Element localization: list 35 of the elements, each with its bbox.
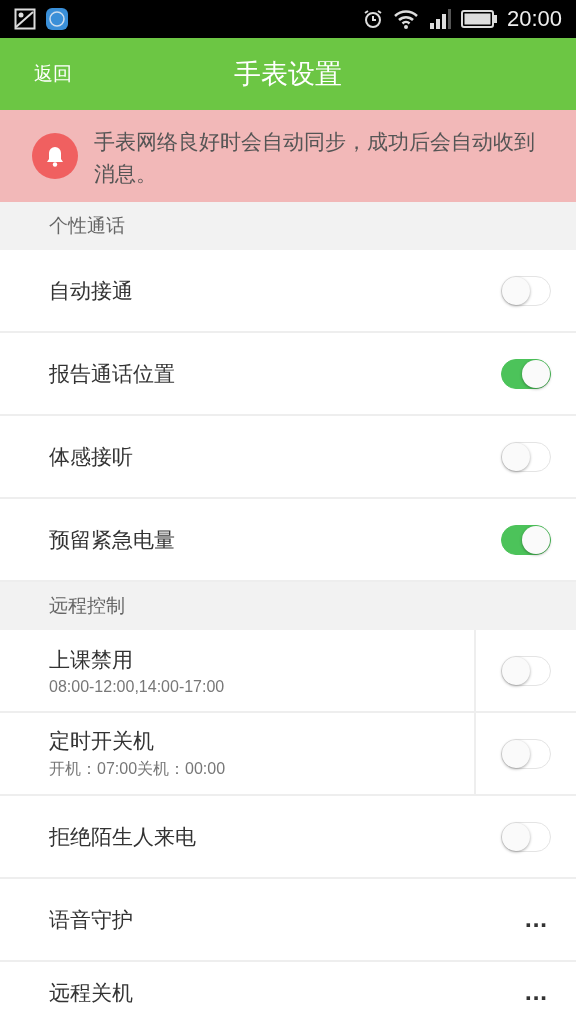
settings-row[interactable]: 体感接听 [0, 416, 576, 499]
row-label: 上课禁用 [49, 646, 134, 674]
alarm-icon [362, 9, 383, 29]
battery-icon [460, 10, 497, 28]
row-label: 定时开关机 [49, 728, 155, 755]
more-dots[interactable]: ... [524, 907, 548, 932]
settings-row[interactable]: 自动接通 [0, 250, 576, 333]
clock-time: 20:00 [506, 6, 562, 32]
row-label: 拒绝陌生人来电 [49, 823, 197, 851]
image-icon [14, 8, 36, 30]
settings-row[interactable]: 拒绝陌生人来电 [0, 796, 576, 879]
row-label: 远程关机 [49, 980, 134, 1007]
section-header: 远程控制 [0, 582, 576, 630]
row-label: 预留紧急电量 [49, 526, 176, 554]
signal-icon [428, 9, 451, 29]
bell-icon [32, 133, 78, 179]
row-subtitle: 开机：07:00关机：00:00 [49, 759, 227, 779]
toggle-switch[interactable] [501, 358, 551, 389]
settings-row[interactable]: 远程关机 ... [0, 962, 576, 1024]
app-icon [46, 8, 68, 30]
row-label: 自动接通 [49, 277, 134, 305]
more-dots[interactable]: ... [524, 981, 548, 1005]
settings-row[interactable]: 上课禁用 08:00-12:00,14:00-17:00 [0, 630, 576, 713]
section-header: 个性通话 [0, 202, 576, 250]
wifi-icon [392, 9, 419, 29]
row-label: 语音守护 [49, 906, 134, 934]
notice-text: 手表网络良好时会自动同步，成功后会自动收到消息。 [94, 129, 536, 188]
toggle-switch[interactable] [501, 524, 551, 555]
page-title: 手表设置 [234, 58, 342, 89]
settings-row[interactable]: 定时开关机 开机：07:00关机：00:00 [0, 713, 576, 796]
settings-row[interactable]: 报告通话位置 [0, 333, 576, 416]
settings-row[interactable]: 语音守护 ... [0, 879, 576, 962]
row-subtitle: 08:00-12:00,14:00-17:00 [49, 677, 226, 696]
row-label: 体感接听 [49, 443, 134, 471]
row-label: 报告通话位置 [49, 360, 176, 388]
